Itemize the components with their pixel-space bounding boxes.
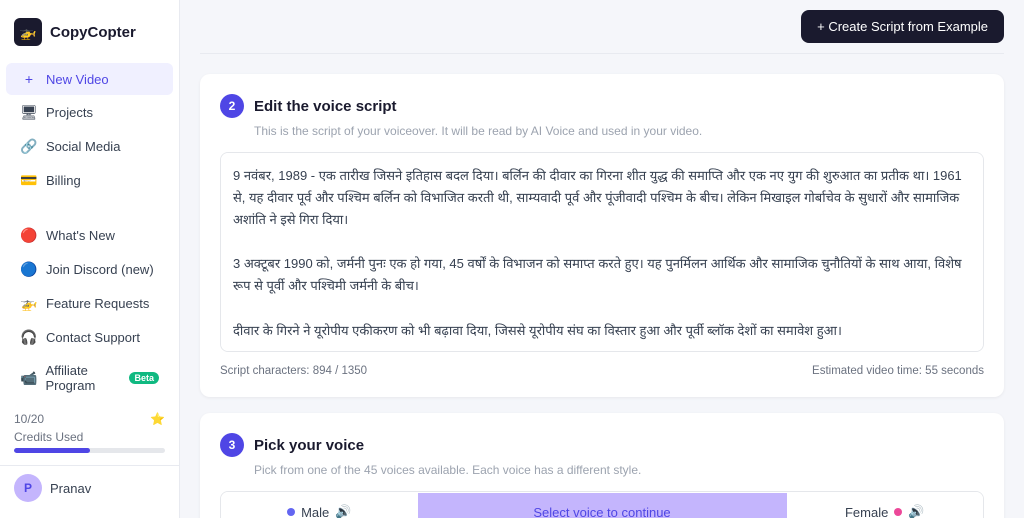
section2-header: 2 Edit the voice script — [220, 94, 984, 118]
secondary-nav: 🔴 What's New 🔵 Join Discord (new) 🚁 Feat… — [0, 216, 179, 404]
sidebar-item-label: Projects — [46, 105, 93, 120]
sidebar-item-label: Social Media — [46, 139, 120, 154]
sidebar-item-label: New Video — [46, 72, 109, 87]
step3-badge: 3 — [220, 433, 244, 457]
female-dot — [894, 508, 902, 516]
credits-text: Credits Used — [14, 430, 165, 444]
male-voice-option[interactable]: Male 🔊 — [221, 492, 418, 518]
sidebar-item-label: Contact Support — [46, 330, 140, 345]
sidebar-item-label: Affiliate Program — [45, 363, 121, 393]
sidebar-item-label: What's New — [46, 228, 115, 243]
select-voice-button[interactable]: Select voice to continue — [418, 493, 787, 518]
create-script-button[interactable]: + Create Script from Example — [801, 10, 1004, 43]
sidebar-item-label: Join Discord (new) — [46, 262, 154, 277]
logo-text: CopyCopter — [50, 24, 136, 41]
plus-icon: + — [20, 71, 38, 87]
sidebar-item-billing[interactable]: 💳 Billing — [6, 164, 173, 197]
section-edit-script: 2 Edit the voice script This is the scri… — [200, 74, 1004, 397]
section3-header: 3 Pick your voice — [220, 433, 984, 457]
script-time: Estimated video time: 55 seconds — [812, 365, 984, 377]
sidebar-item-label: Feature Requests — [46, 296, 149, 311]
sidebar-item-feature-requests[interactable]: 🚁 Feature Requests — [6, 287, 173, 320]
credits-bar-fill — [14, 448, 90, 453]
script-chars: Script characters: 894 / 1350 — [220, 365, 367, 377]
section-pick-voice: 3 Pick your voice Pick from one of the 4… — [200, 413, 1004, 518]
credits-bar — [14, 448, 165, 453]
section2-subtitle: This is the script of your voiceover. It… — [254, 124, 984, 138]
script-textarea[interactable] — [220, 152, 984, 352]
new-icon: 🔴 — [20, 227, 38, 244]
beta-badge: Beta — [129, 372, 159, 384]
section2-title: Edit the voice script — [254, 98, 397, 115]
main-nav: + New Video 🖥 Projects 🔗 Social Media 💳 … — [0, 60, 179, 200]
sidebar-item-contact-support[interactable]: 🎧 Contact Support — [6, 321, 173, 354]
sidebar-item-affiliate[interactable]: 📹 Affiliate Program Beta — [6, 355, 173, 401]
credits-section: 10/20 ⭐ Credits Used — [0, 404, 179, 461]
male-dot — [287, 508, 295, 516]
discord-icon: 🔵 — [20, 261, 38, 278]
female-icon: 🔊 — [908, 504, 924, 518]
main-content: + Create Script from Example 2 Edit the … — [180, 0, 1024, 518]
avatar: P — [14, 474, 42, 502]
step2-badge: 2 — [220, 94, 244, 118]
logo: 🚁 CopyCopter — [0, 12, 179, 60]
card-icon: 💳 — [20, 172, 38, 189]
star-icon: ⭐ — [150, 412, 165, 426]
sidebar-item-social-media[interactable]: 🔗 Social Media — [6, 130, 173, 163]
male-label: Male — [301, 505, 329, 518]
link-icon: 🔗 — [20, 138, 38, 155]
user-row[interactable]: P Pranav — [0, 465, 179, 510]
logo-icon: 🚁 — [14, 18, 42, 46]
top-bar: + Create Script from Example — [200, 0, 1004, 54]
sidebar-item-new-video[interactable]: + New Video — [6, 63, 173, 95]
voice-options-row: Male 🔊 Select voice to continue Female 🔊 — [220, 491, 984, 518]
sidebar-item-join-discord[interactable]: 🔵 Join Discord (new) — [6, 253, 173, 286]
sidebar-item-whats-new[interactable]: 🔴 What's New — [6, 219, 173, 252]
credits-label: 10/20 ⭐ — [14, 412, 165, 426]
sidebar-item-label: Billing — [46, 173, 81, 188]
helicopter-icon: 🚁 — [20, 295, 38, 312]
headset-icon: 🎧 — [20, 329, 38, 346]
script-meta: Script characters: 894 / 1350 Estimated … — [220, 365, 984, 377]
male-icon: 🔊 — [335, 504, 351, 518]
section3-title: Pick your voice — [254, 437, 364, 454]
credits-count: 10/20 — [14, 412, 44, 426]
monitor-icon: 🖥 — [20, 104, 38, 121]
female-voice-option[interactable]: Female 🔊 — [787, 492, 984, 518]
sidebar: 🚁 CopyCopter + New Video 🖥 Projects 🔗 So… — [0, 0, 180, 518]
female-label: Female — [845, 505, 888, 518]
section3-subtitle: Pick from one of the 45 voices available… — [254, 463, 984, 477]
camera-icon: 📹 — [20, 370, 37, 387]
user-name: Pranav — [50, 481, 91, 496]
sidebar-item-projects[interactable]: 🖥 Projects — [6, 96, 173, 129]
